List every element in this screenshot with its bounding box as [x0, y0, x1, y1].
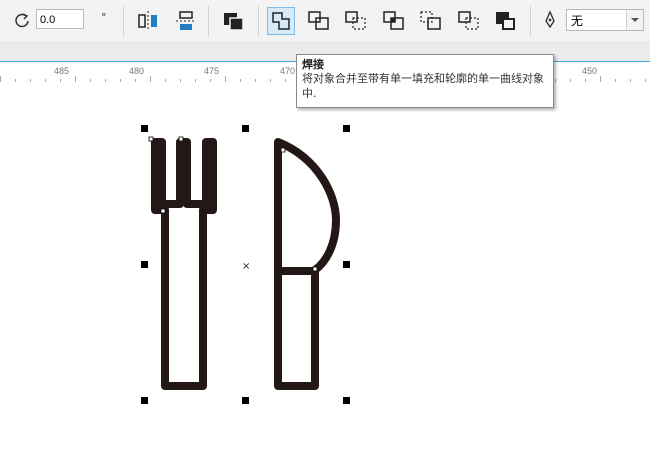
ruler-label: 475 [204, 66, 220, 76]
handle-top-center [242, 125, 249, 132]
tooltip-title: 焊接 [302, 58, 324, 71]
group-icon [224, 13, 244, 31]
mirror-horizontal-button[interactable] [134, 7, 162, 35]
separator [258, 6, 259, 36]
intersect-icon [345, 11, 366, 30]
property-toolbar: 0.0 ° 无 [0, 0, 650, 43]
handle-bottom-right [343, 397, 350, 404]
handle-bottom-center [242, 397, 249, 404]
front-minus-back-icon [420, 11, 441, 30]
weld-tooltip: 焊接 将对象合并至带有单一填充和轮廓的单一曲线对象中. [296, 54, 554, 108]
back-minus-front-button[interactable] [455, 7, 483, 35]
pen-outline-icon [540, 9, 560, 31]
intersect-button[interactable] [342, 7, 370, 35]
rotate-icon [11, 9, 33, 31]
handle-bottom-left [141, 397, 148, 404]
simplify-icon [383, 11, 404, 30]
handle-top-right [343, 125, 350, 132]
weld-button[interactable] [267, 7, 295, 35]
mirror-horizontal-icon [138, 11, 157, 31]
drawing-canvas[interactable]: × [0, 82, 650, 456]
separator [123, 6, 124, 36]
outline-width-select[interactable]: 无 [566, 9, 644, 31]
ruler-label: 480 [129, 66, 145, 76]
mirror-vertical-button[interactable] [172, 7, 200, 35]
handle-middle-right [343, 261, 350, 268]
front-minus-back-button[interactable] [417, 7, 445, 35]
back-minus-front-icon [458, 11, 479, 30]
separator [208, 6, 209, 36]
center-marker: × [242, 261, 250, 272]
trim-button[interactable] [305, 7, 333, 35]
ruler-label: 470 [280, 66, 296, 76]
handle-top-left [141, 125, 148, 132]
group-button[interactable] [220, 7, 248, 35]
weld-icon [272, 12, 290, 30]
rotation-angle-input[interactable]: 0.0 [36, 9, 84, 29]
mirror-vertical-icon [176, 11, 196, 30]
boundary-icon [496, 12, 515, 30]
simplify-button[interactable] [380, 7, 408, 35]
trim-icon [308, 11, 329, 30]
ruler-label: 450 [582, 66, 598, 76]
boundary-button[interactable] [492, 7, 520, 35]
tooltip-body: 将对象合并至带有单一填充和轮廓的单一曲线对象中. [302, 72, 544, 100]
separator [530, 6, 531, 36]
handle-middle-left [141, 261, 148, 268]
ruler-label: 485 [54, 66, 70, 76]
knife-icon[interactable] [274, 138, 340, 390]
chevron-down-icon[interactable] [626, 10, 643, 30]
degree-label: ° [101, 11, 107, 24]
fork-icon[interactable] [151, 138, 217, 390]
outline-width-value: 无 [571, 14, 584, 28]
